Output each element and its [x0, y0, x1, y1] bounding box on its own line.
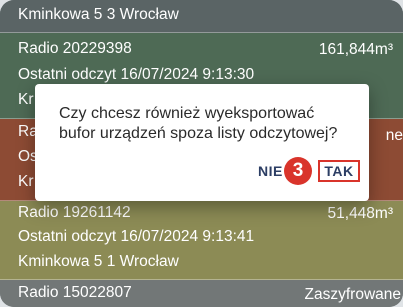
- reading-value: Zaszyfrowane: [304, 286, 401, 303]
- radio-id-text: Radio 19261142: [18, 204, 131, 221]
- meter-list-screen: Kminkowa 5 3 Wrocław Radio 20229398 161,…: [0, 0, 403, 307]
- dialog-message: Czy chcesz również wyeksportować bufor u…: [59, 104, 359, 144]
- export-buffer-dialog: Czy chcesz również wyeksportować bufor u…: [35, 84, 369, 201]
- list-item[interactable]: Kminkowa 5 3 Wrocław: [0, 0, 403, 33]
- address-text: Kminkowa 5 3 Wrocław: [18, 6, 179, 23]
- radio-id-text: Radio 20229398: [18, 40, 132, 57]
- no-button[interactable]: NIE: [258, 163, 283, 179]
- last-reading-text: Ostatni odczyt 16/07/2024 9:13:30: [18, 66, 255, 83]
- dialog-message-line-1: Czy chcesz również wyeksportować: [59, 105, 315, 122]
- yes-button[interactable]: TAK: [318, 160, 360, 182]
- address-text: Kr: [18, 173, 34, 190]
- list-item[interactable]: Radio 19261142 51,448m³ Ostatni odczyt 1…: [0, 201, 403, 280]
- reading-value: 51,448m³: [327, 205, 393, 222]
- step-number-badge: 3: [284, 157, 312, 185]
- reading-value: 161,844m³: [318, 41, 393, 58]
- reading-value: ne: [385, 127, 403, 144]
- address-text: Kminkowa 5 1 Wrocław: [18, 253, 179, 270]
- last-reading-text: Ostatni odczyt 16/07/2024 9:13:41: [18, 228, 255, 245]
- address-text: Kr: [18, 91, 34, 108]
- list-item[interactable]: Radio 15022807 Zaszyfrowane: [0, 280, 403, 307]
- dialog-message-line-2: bufor urządzeń spoza listy odczytowej?: [59, 125, 338, 142]
- radio-id-text: Radio 15022807: [18, 284, 132, 301]
